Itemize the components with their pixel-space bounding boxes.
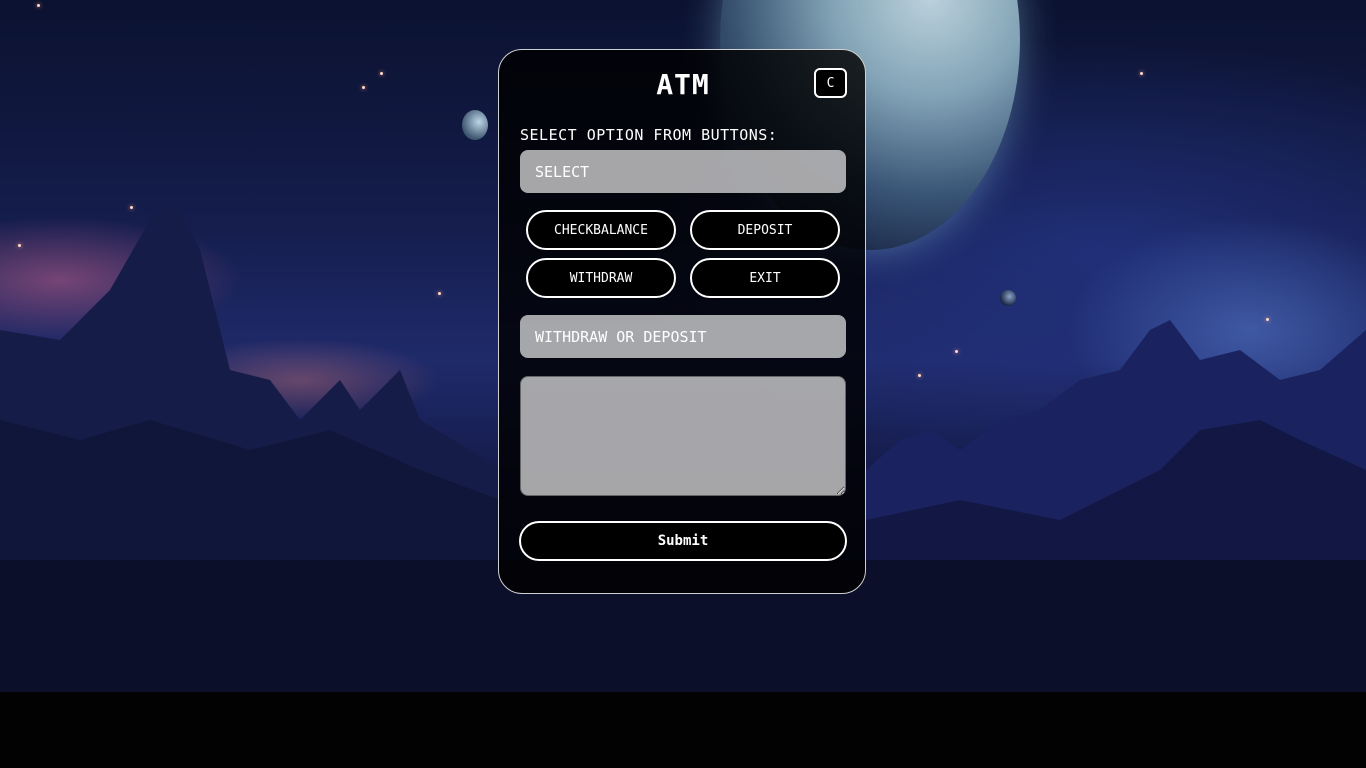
amount-input[interactable] (520, 315, 846, 358)
submit-button[interactable]: Submit (519, 521, 847, 561)
select-option-label: SELECT OPTION FROM BUTTONS: (520, 126, 778, 144)
checkbalance-button[interactable]: CHECKBALANCE (526, 210, 676, 250)
output-textarea[interactable] (520, 376, 846, 496)
select-field[interactable]: SELECT (520, 150, 846, 193)
exit-button[interactable]: EXIT (690, 258, 840, 298)
bottom-band (0, 692, 1366, 768)
atm-title: ATM (656, 68, 710, 101)
withdraw-button[interactable]: WITHDRAW (526, 258, 676, 298)
close-button[interactable]: C (814, 68, 847, 98)
deposit-button[interactable]: DEPOSIT (690, 210, 840, 250)
